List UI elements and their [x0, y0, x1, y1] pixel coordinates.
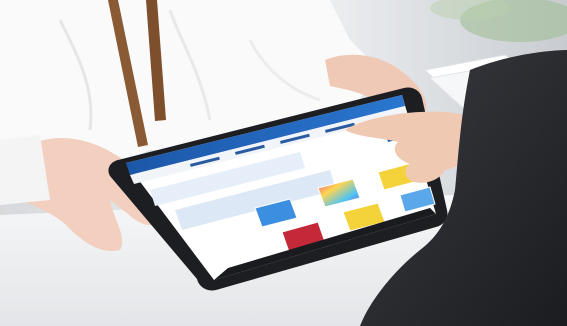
photo-scene — [0, 0, 567, 326]
